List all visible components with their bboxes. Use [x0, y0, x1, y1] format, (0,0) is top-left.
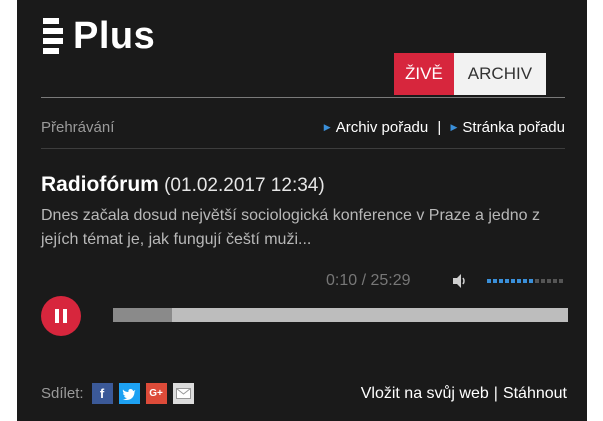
progress-bar[interactable]	[113, 308, 568, 322]
email-icon[interactable]	[172, 383, 194, 404]
episode-title: Radiofórum	[41, 173, 159, 196]
player-subnav: Přehrávání ▶ Archiv pořadu | ▶ Stránka poř…	[41, 119, 565, 136]
station-name: Plus	[73, 15, 156, 57]
pause-button[interactable]	[41, 296, 81, 336]
twitter-icon[interactable]	[118, 383, 140, 404]
volume-segment	[535, 279, 539, 283]
player-label: Přehrávání	[41, 119, 115, 136]
volume-segment	[505, 279, 509, 283]
audio-player: Plus ŽIVĚ ARCHIV Přehrávání ▶ Archiv pořa…	[17, 0, 587, 421]
volume-segment	[553, 279, 557, 283]
facebook-icon[interactable]: f	[91, 383, 113, 404]
share-label: Sdílet:	[41, 385, 84, 402]
volume-segment	[523, 279, 527, 283]
subnav-separator: |	[437, 119, 442, 136]
triangle-bullet-icon: ▶	[323, 122, 331, 132]
mode-tabs: ŽIVĚ ARCHIV	[394, 53, 547, 95]
episode-description: Dnes začala dosud největší sociologická …	[41, 207, 540, 248]
volume-segment	[487, 279, 491, 283]
volume-segment	[559, 279, 563, 283]
volume-segment	[493, 279, 497, 283]
triangle-bullet-icon: ▶	[450, 122, 458, 132]
player-actions: Vložit na svůj web | Stáhnout	[361, 385, 567, 403]
download-link[interactable]: Stáhnout	[503, 385, 567, 402]
episode-heading: Radiofórum (01.02.2017 12:34)	[41, 173, 325, 197]
show-page-link-label: Stránka pořadu	[462, 119, 565, 136]
station-logo[interactable]: Plus	[43, 15, 156, 57]
volume-segment	[541, 279, 545, 283]
tab-live[interactable]: ŽIVĚ	[394, 53, 454, 95]
volume-segment	[547, 279, 551, 283]
subnav-divider	[41, 148, 565, 149]
volume-segment	[517, 279, 521, 283]
time-display: 0:10 / 25:29	[326, 272, 411, 289]
archive-link-label: Archiv pořadu	[335, 119, 429, 136]
volume-segment	[511, 279, 515, 283]
share-bar: Sdílet: f G+	[41, 383, 200, 404]
episode-date: (01.02.2017 12:34)	[164, 175, 325, 196]
volume-segment	[529, 279, 533, 283]
pause-icon	[55, 309, 59, 323]
google-plus-icon[interactable]: G+	[145, 383, 167, 404]
progress-fill	[113, 308, 173, 322]
radio-logo-icon	[43, 18, 65, 54]
archive-link[interactable]: ▶ Archiv pořadu	[324, 119, 428, 136]
header-divider	[41, 97, 565, 98]
tab-archive[interactable]: ARCHIV	[453, 53, 547, 95]
actions-separator: |	[493, 385, 498, 402]
embed-link[interactable]: Vložit na svůj web	[361, 385, 489, 402]
volume-segment	[499, 279, 503, 283]
show-page-link[interactable]: ▶ Stránka pořadu	[451, 119, 566, 136]
volume-slider[interactable]	[487, 279, 567, 283]
volume-icon[interactable]	[452, 274, 470, 288]
pause-icon-bar	[63, 309, 67, 323]
